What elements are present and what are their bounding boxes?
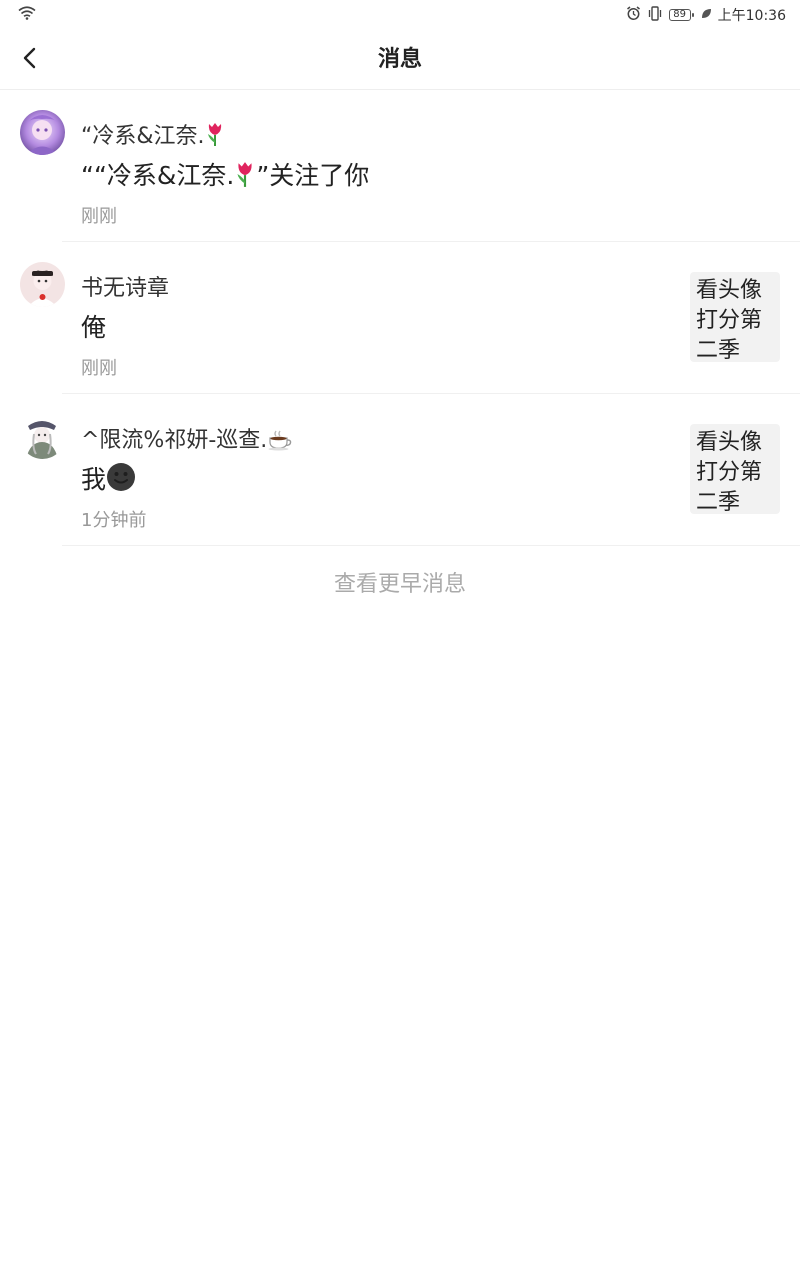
post-thumbnail[interactable]: 看头像打分第二季	[690, 424, 780, 514]
message-time: 刚刚	[81, 206, 117, 227]
back-button[interactable]	[14, 44, 46, 76]
battery-level: 89	[673, 9, 686, 20]
status-right: 89 上午10:36	[626, 5, 786, 25]
thumbnail-text: 看头像打分第二季	[696, 278, 763, 362]
leaf-icon	[701, 7, 712, 23]
post-thumbnail[interactable]: 看头像打分第二季	[690, 272, 780, 362]
avatar[interactable]	[20, 110, 65, 155]
alarm-icon	[626, 5, 641, 25]
status-time: 上午10:36	[717, 8, 786, 24]
message-list: “冷系&江奈. ““冷系&江奈. ”关注了你 刚刚 书无诗章 俺 刚刚 看头像打分…	[0, 90, 800, 546]
message-time: 刚刚	[81, 358, 117, 379]
sender-name[interactable]: “冷系&江奈.	[81, 118, 225, 153]
message-row[interactable]: “冷系&江奈. ““冷系&江奈. ”关注了你 刚刚	[0, 90, 800, 242]
status-bar: 89 上午10:36	[0, 0, 800, 30]
page-title: 消息	[377, 47, 422, 72]
view-earlier-messages-link[interactable]: 查看更早消息	[0, 566, 800, 598]
nav-header: 消息	[0, 30, 800, 90]
battery-icon: 89	[668, 9, 694, 21]
thumbnail-text: 看头像打分第二季	[696, 430, 763, 514]
tulip-icon	[234, 160, 256, 194]
smile-emoji-icon	[106, 462, 136, 498]
coffee-cup-icon	[267, 429, 293, 457]
tulip-icon	[205, 121, 225, 153]
message-content: 我	[81, 460, 136, 498]
sender-name[interactable]: 书无诗章	[81, 270, 169, 302]
message-time: 1分钟前	[81, 510, 147, 531]
message-row[interactable]: 书无诗章 俺 刚刚 看头像打分第二季	[0, 242, 800, 394]
avatar[interactable]	[20, 262, 65, 307]
message-content: ““冷系&江奈. ”关注了你	[81, 156, 369, 194]
message-content: 俺	[81, 313, 107, 342]
vibrate-icon	[647, 5, 663, 25]
message-row[interactable]: ^限流%祁妍-巡查. 我 1分钟前 看头像打分第二季	[0, 394, 800, 546]
avatar[interactable]	[20, 414, 65, 459]
sender-name[interactable]: ^限流%祁妍-巡查.	[81, 422, 293, 457]
wifi-icon	[18, 6, 36, 24]
chevron-left-icon	[22, 46, 38, 74]
